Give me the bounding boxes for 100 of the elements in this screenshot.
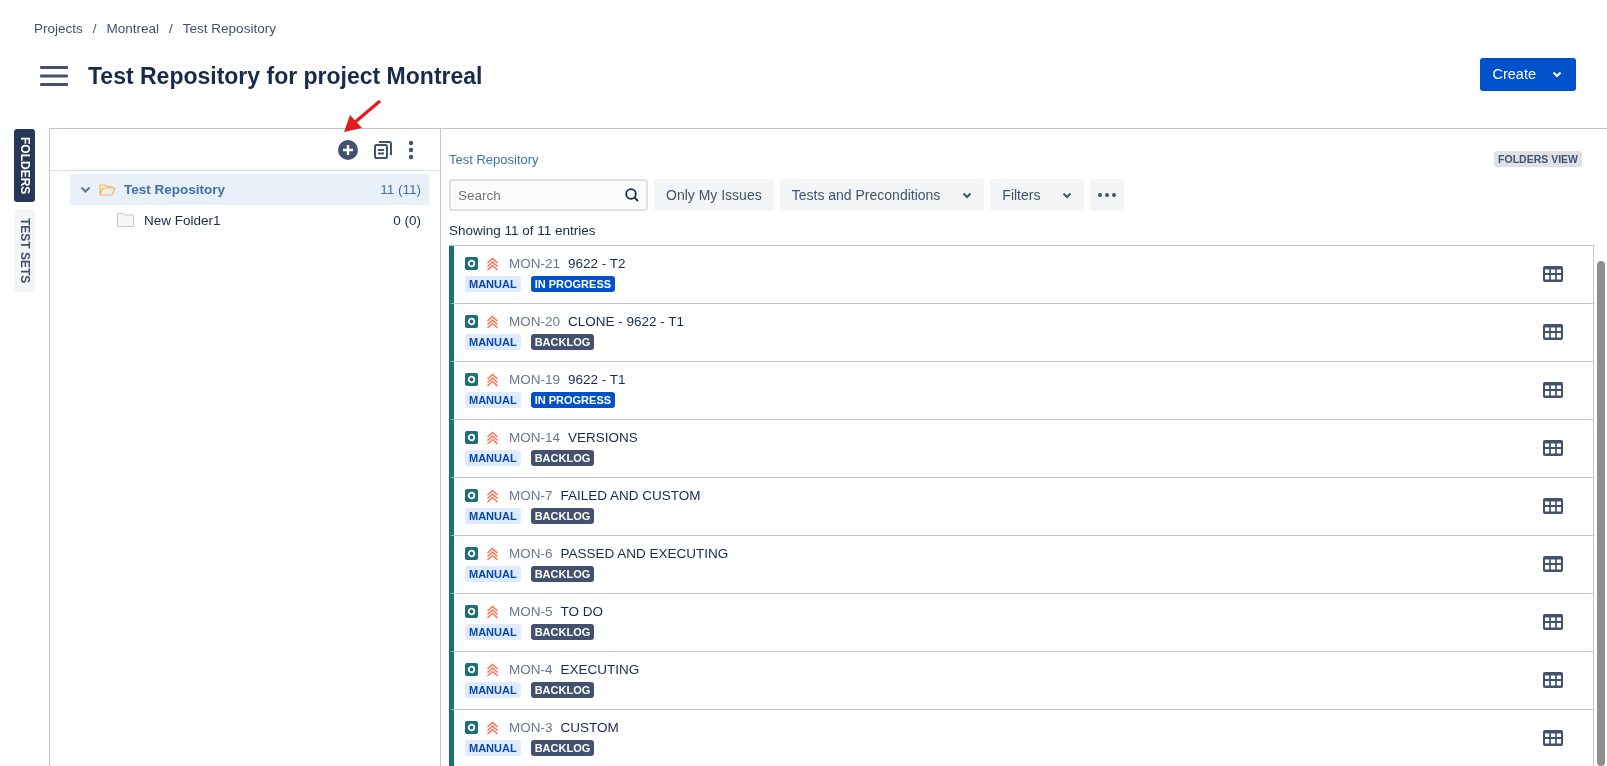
add-icon[interactable] [338, 139, 358, 160]
test-type-tag: MANUAL [465, 740, 521, 756]
issue-summary: CLONE - 9622 - T1 [568, 314, 685, 329]
issue-row[interactable]: MON-5 TO DO MANUAL BACKLOG [449, 594, 1594, 652]
filter-button[interactable]: Tests and Preconditions [779, 179, 985, 211]
test-type-icon [465, 431, 478, 444]
priority-icon [486, 546, 499, 561]
issue-key[interactable]: MON-7 [509, 488, 553, 503]
filter-button[interactable]: Filters [990, 179, 1085, 211]
issue-row[interactable]: MON-6 PASSED AND EXECUTING MANUAL BACKLOG [449, 536, 1594, 594]
status-tag: BACKLOG [530, 682, 595, 698]
folder-name: Test Repository [124, 182, 227, 197]
chevron-icon[interactable] [80, 185, 91, 194]
issue-key[interactable]: MON-6 [509, 546, 553, 561]
priority-icon [486, 604, 499, 619]
priority-icon [486, 720, 499, 735]
priority-icon [486, 488, 499, 503]
priority-icon [486, 662, 499, 677]
issue-row[interactable]: MON-4 EXECUTING MANUAL BACKLOG [449, 652, 1594, 710]
search-field[interactable]: Search [449, 179, 648, 211]
issue-summary: 9622 - T2 [568, 256, 626, 271]
chevron-down-icon [1552, 70, 1562, 78]
table-icon[interactable] [1543, 498, 1563, 514]
issue-row[interactable]: MON-20 CLONE - 9622 - T1 MANUAL BACKLOG [449, 304, 1594, 362]
test-type-tag: MANUAL [465, 392, 521, 408]
issue-key[interactable]: MON-5 [509, 604, 553, 619]
breadcrumb-link[interactable]: Test Repository [182, 21, 276, 36]
status-tag: BACKLOG [530, 450, 595, 466]
chevron-down-icon [962, 191, 973, 199]
test-type-tag: MANUAL [465, 508, 521, 524]
status-tag: BACKLOG [530, 508, 595, 524]
issue-key[interactable]: MON-3 [509, 720, 553, 735]
status-tag: BACKLOG [530, 624, 595, 640]
issue-summary: TO DO [560, 604, 603, 619]
issue-row[interactable]: MON-3 CUSTOM MANUAL BACKLOG [449, 710, 1594, 766]
breadcrumb-separator: / [169, 21, 173, 36]
folder-icon [99, 183, 116, 196]
breadcrumb-link[interactable]: Montreal [106, 21, 160, 36]
table-icon[interactable] [1543, 614, 1563, 630]
test-type-icon [465, 547, 478, 560]
test-type-icon [465, 315, 478, 328]
issue-key[interactable]: MON-21 [509, 256, 560, 271]
filter-button[interactable]: Only My Issues [654, 179, 774, 211]
priority-icon [486, 256, 499, 271]
test-type-icon [465, 605, 478, 618]
table-icon[interactable] [1543, 730, 1563, 746]
test-type-tag: MANUAL [465, 682, 521, 698]
folder-count: 11 (11) [380, 182, 421, 197]
issue-row[interactable]: MON-21 9622 - T2 MANUAL IN PROGRESS [449, 246, 1594, 304]
issue-summary: FAILED AND CUSTOM [560, 488, 701, 503]
test-type-icon [465, 721, 478, 734]
issue-key[interactable]: MON-4 [509, 662, 553, 677]
priority-icon [486, 430, 499, 445]
folder-name: New Folder1 [144, 212, 222, 228]
documents-icon[interactable] [374, 140, 392, 159]
side-tab[interactable]: TEST SETS [14, 210, 35, 292]
annotation-arrow [342, 99, 382, 135]
tree-item[interactable]: Test Repository 11 (11) [70, 174, 429, 205]
page-title: Test Repository for project Montreal [88, 62, 484, 90]
status-tag: BACKLOG [530, 334, 595, 350]
status-tag: BACKLOG [530, 740, 595, 756]
issue-key[interactable]: MON-20 [509, 314, 560, 329]
table-icon[interactable] [1543, 324, 1563, 340]
side-tab[interactable]: FOLDERS [14, 129, 35, 203]
test-type-icon [465, 373, 478, 386]
breadcrumb-link[interactable]: Projects [34, 21, 83, 36]
folder-icon [117, 213, 134, 227]
table-icon[interactable] [1543, 382, 1563, 398]
issue-row[interactable]: MON-14 VERSIONS MANUAL BACKLOG [449, 420, 1594, 478]
issue-row[interactable]: MON-19 9622 - T1 MANUAL IN PROGRESS [449, 362, 1594, 420]
status-tag: IN PROGRESS [530, 276, 616, 292]
test-type-tag: MANUAL [465, 334, 521, 350]
table-icon[interactable] [1543, 266, 1563, 282]
create-button[interactable]: Create [1480, 57, 1576, 91]
entries-summary: Showing 11 of 11 entries [449, 223, 597, 238]
status-tag: BACKLOG [530, 566, 595, 582]
issue-row[interactable]: MON-7 FAILED AND CUSTOM MANUAL BACKLOG [449, 478, 1594, 536]
test-type-tag: MANUAL [465, 566, 521, 582]
view-label: FOLDERS VIEW [1494, 151, 1582, 167]
more-button[interactable] [1090, 179, 1125, 211]
test-type-tag: MANUAL [465, 450, 521, 466]
table-icon[interactable] [1543, 556, 1563, 572]
folder-count: 0 (0) [393, 212, 421, 228]
issue-key[interactable]: MON-14 [509, 430, 560, 445]
issue-key[interactable]: MON-19 [509, 372, 560, 387]
status-tag: IN PROGRESS [530, 392, 616, 408]
issue-summary: EXECUTING [560, 662, 640, 677]
table-icon[interactable] [1543, 672, 1563, 688]
test-type-tag: MANUAL [465, 276, 521, 292]
issue-summary: 9622 - T1 [568, 372, 626, 387]
more-icon [1098, 193, 1117, 197]
table-icon[interactable] [1543, 440, 1563, 456]
test-type-icon [465, 663, 478, 676]
search-icon [625, 188, 639, 202]
more-options-icon[interactable] [408, 139, 414, 160]
breadcrumb-separator: / [92, 21, 97, 36]
chevron-down-icon [1062, 191, 1073, 199]
tree-item[interactable]: New Folder1 0 (0) [70, 205, 429, 235]
folder-path-link[interactable]: Test Repository [449, 151, 539, 167]
menu-icon[interactable] [40, 65, 68, 87]
